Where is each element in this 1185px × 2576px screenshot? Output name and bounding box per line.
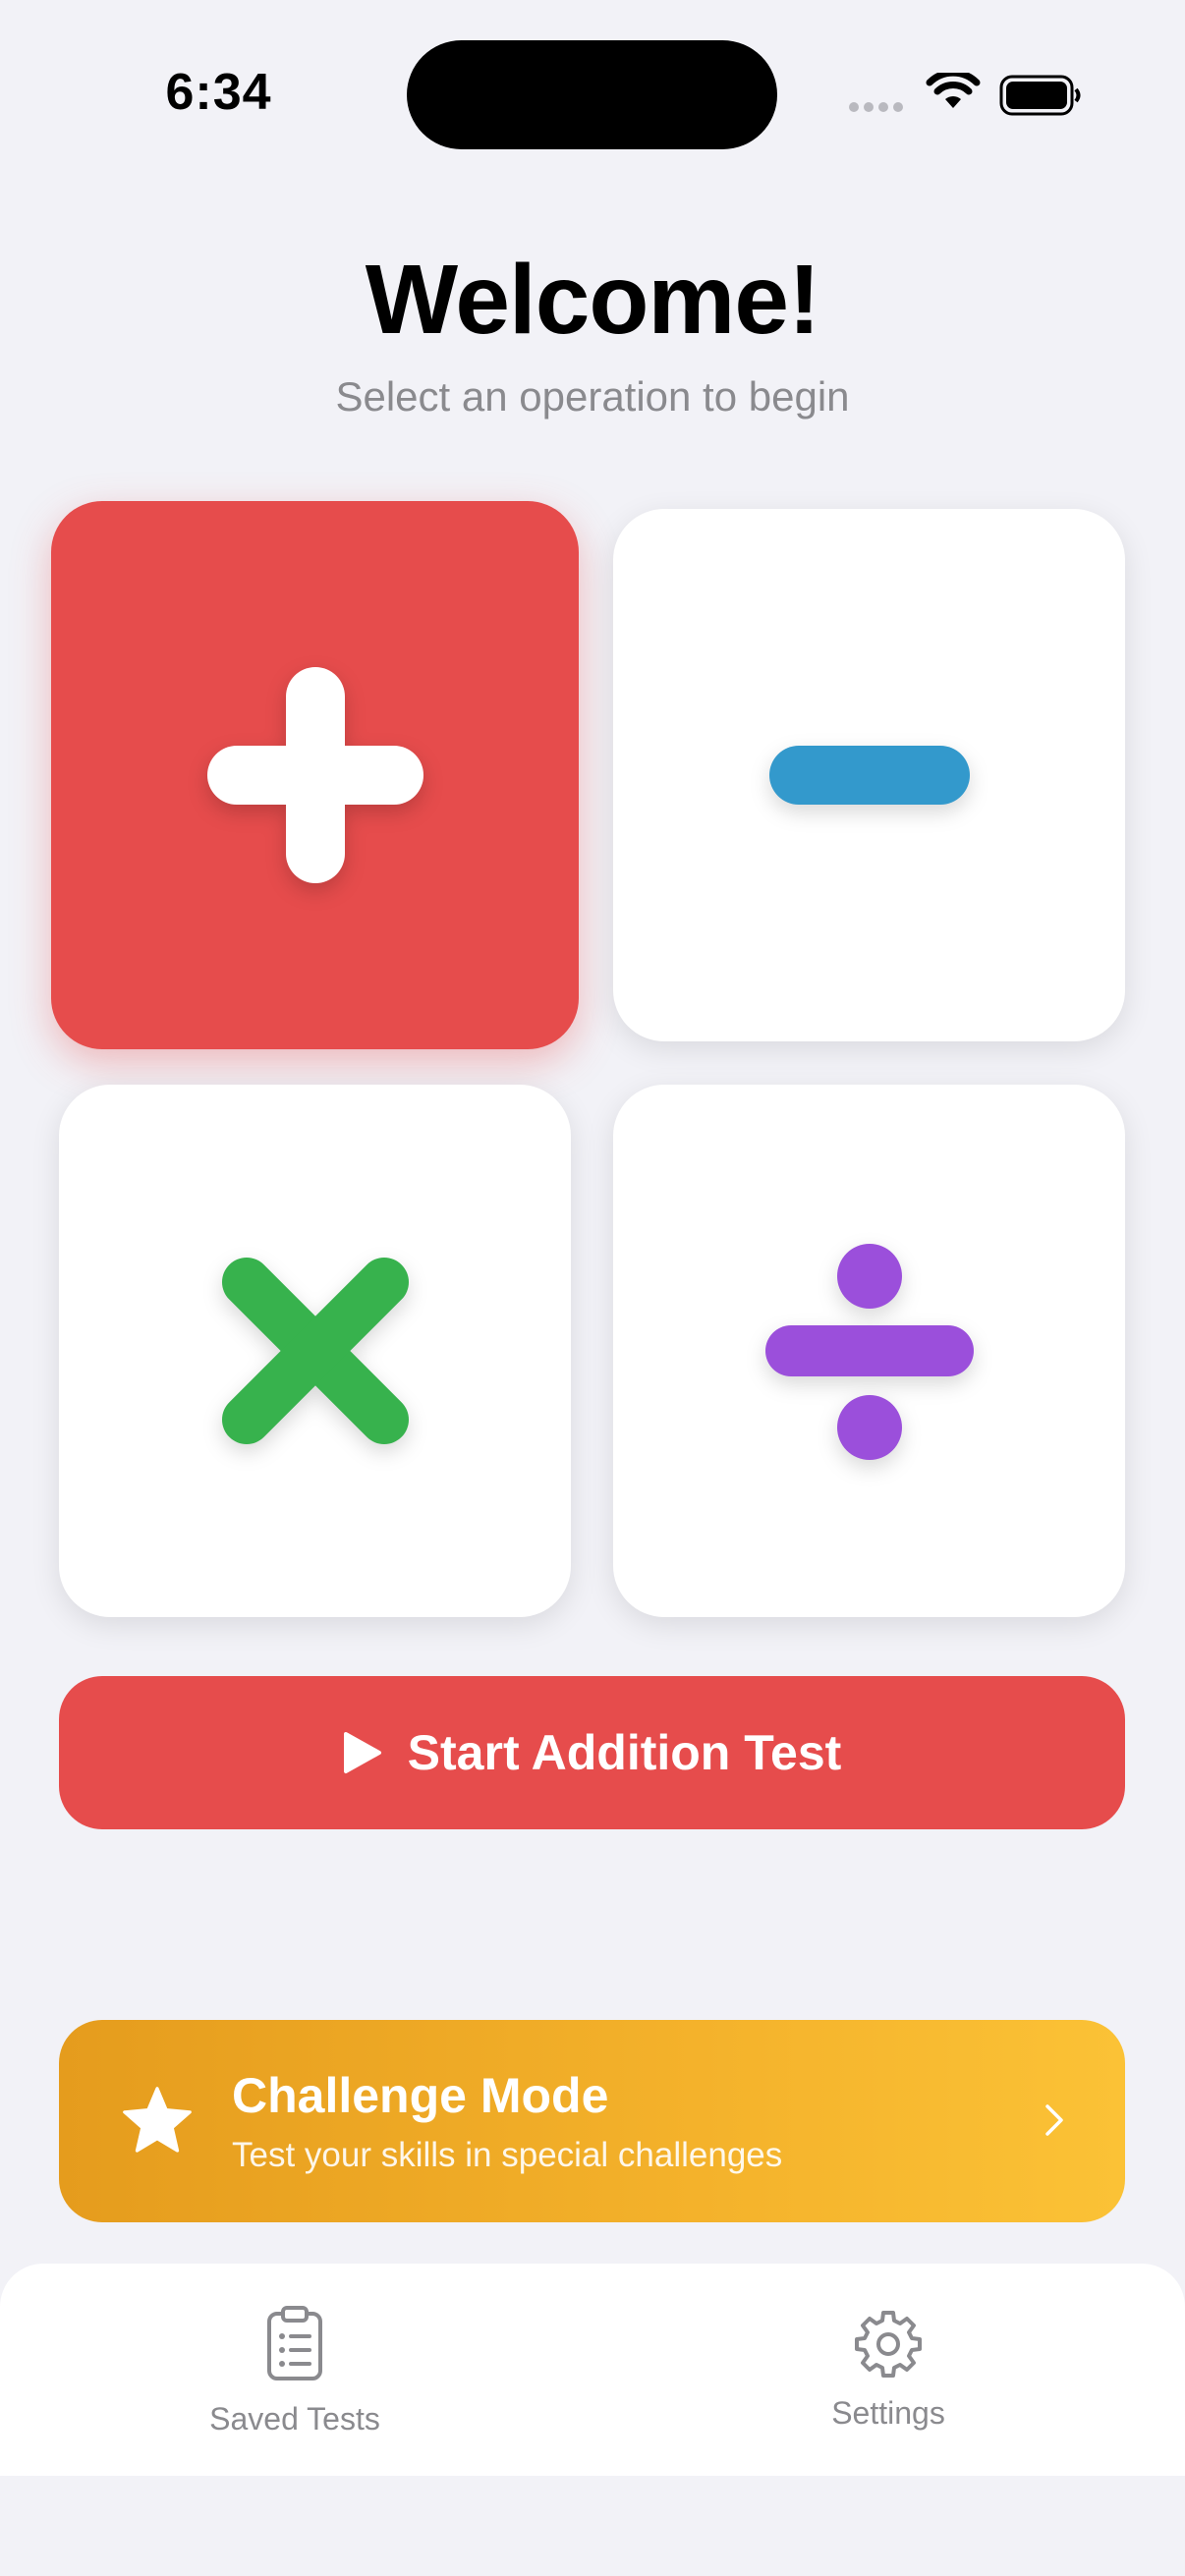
- star-icon: [123, 2087, 192, 2153]
- chevron-right-icon: [1045, 2104, 1063, 2136]
- status-bar: 6:34: [0, 0, 1185, 187]
- challenge-title: Challenge Mode: [232, 2068, 609, 2123]
- dynamic-island: [407, 40, 777, 149]
- tab-settings[interactable]: Settings: [741, 2264, 1036, 2476]
- page-subtitle: Select an operation to begin: [335, 373, 850, 420]
- addition-card[interactable]: [51, 501, 579, 1049]
- play-icon: [343, 1732, 381, 1773]
- tab-saved-tests-label: Saved Tests: [209, 2401, 380, 2436]
- challenge-subtitle: Test your skills in special challenges: [232, 2136, 783, 2174]
- start-test-label: Start Addition Test: [407, 1725, 842, 1780]
- challenge-mode-card[interactable]: Challenge Mode Test your skills in speci…: [59, 2020, 1125, 2222]
- status-time: 6:34: [165, 64, 272, 121]
- minus-icon: [768, 746, 970, 805]
- wifi-icon: [926, 73, 981, 108]
- battery-icon: [999, 75, 1081, 116]
- clipboard-list-icon: [267, 2306, 322, 2380]
- tab-settings-label: Settings: [831, 2395, 945, 2431]
- division-card[interactable]: [613, 1085, 1125, 1617]
- plus-icon: [206, 667, 423, 883]
- cellular-signal-icon: [849, 102, 903, 112]
- divide-icon: [764, 1244, 974, 1460]
- page-title: Welcome!: [365, 245, 821, 355]
- tab-saved-tests[interactable]: Saved Tests: [147, 2264, 442, 2476]
- multiply-icon: [221, 1258, 409, 1444]
- multiplication-card[interactable]: [59, 1085, 571, 1617]
- subtraction-card[interactable]: [613, 509, 1125, 1041]
- gear-icon: [855, 2311, 922, 2378]
- tab-bar: Saved Tests Settings: [0, 2264, 1185, 2476]
- start-test-button[interactable]: Start Addition Test: [59, 1676, 1125, 1829]
